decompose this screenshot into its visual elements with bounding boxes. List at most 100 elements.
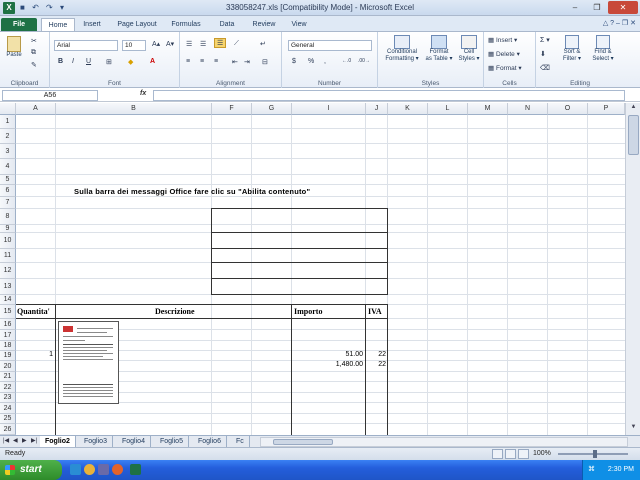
paste-button[interactable]: Paste	[4, 36, 24, 58]
tab-home[interactable]: Home	[41, 18, 75, 31]
align-middle-icon[interactable]: ☰	[200, 40, 206, 48]
number-format-box[interactable]: General	[288, 40, 372, 51]
column-header-j[interactable]: J	[366, 103, 388, 115]
row-header-6[interactable]: 6	[0, 185, 16, 197]
insert-function-icon[interactable]: fx	[140, 90, 146, 97]
delete-cells-button[interactable]: ▦ Delete ▾	[488, 50, 520, 58]
name-box[interactable]: A56	[2, 90, 98, 101]
column-header-l[interactable]: L	[428, 103, 468, 115]
next-sheet-icon[interactable]: ▶	[22, 437, 27, 444]
cell-i20-amount[interactable]: 1,480.00	[292, 361, 363, 368]
row-header-18[interactable]: 18	[0, 341, 16, 351]
row-header-4[interactable]: 4	[0, 159, 16, 175]
sheet-tab-foglio3[interactable]: Foglio3	[79, 436, 113, 447]
font-color-icon[interactable]: A	[150, 58, 155, 65]
row-header-15[interactable]: 15	[0, 305, 16, 319]
tab-view[interactable]: View	[286, 18, 312, 31]
row-header-13[interactable]: 13	[0, 279, 16, 295]
tab-formulas[interactable]: Formulas	[168, 18, 204, 31]
tab-page-layout[interactable]: Page Layout	[112, 18, 162, 31]
column-header-a[interactable]: A	[16, 103, 56, 115]
cut-icon[interactable]: ✂	[31, 37, 37, 45]
align-center-icon[interactable]: ≡	[200, 58, 204, 65]
window-restore-icon[interactable]: ❐	[622, 20, 628, 27]
ie-icon[interactable]	[70, 464, 81, 475]
row-header-3[interactable]: 3	[0, 144, 16, 159]
column-header-m[interactable]: M	[468, 103, 508, 115]
row-header-14[interactable]: 14	[0, 295, 16, 305]
fill-icon[interactable]: ⬇	[540, 50, 546, 58]
row-header-19[interactable]: 19	[0, 351, 16, 361]
decrease-indent-icon[interactable]: ⇤	[232, 58, 238, 66]
row-header-11[interactable]: 11	[0, 249, 16, 263]
percent-button[interactable]: %	[308, 58, 314, 65]
insert-cells-button[interactable]: ▦ Insert ▾	[488, 36, 517, 44]
window-close-icon[interactable]: ✕	[630, 20, 636, 27]
minimize-button[interactable]: –	[564, 1, 586, 14]
sheet-tab-foglio5[interactable]: Foglio5	[155, 436, 189, 447]
increase-indent-icon[interactable]: ⇥	[244, 58, 250, 66]
tab-data[interactable]: Data	[214, 18, 240, 31]
row-header-25[interactable]: 25	[0, 414, 16, 424]
column-header-i[interactable]: I	[292, 103, 366, 115]
sheet-tab-foglio4[interactable]: Foglio4	[117, 436, 151, 447]
underline-button[interactable]: U	[86, 58, 91, 65]
align-right-icon[interactable]: ≡	[214, 58, 218, 65]
row-header-21[interactable]: 21	[0, 372, 16, 382]
row-header-2[interactable]: 2	[0, 129, 16, 144]
sheet-tab-foglio2[interactable]: Foglio2	[40, 436, 76, 447]
row-header-10[interactable]: 10	[0, 233, 16, 249]
column-header-p[interactable]: P	[588, 103, 625, 115]
grow-font-icon[interactable]: A▴	[152, 40, 160, 48]
font-name-box[interactable]: Arial	[54, 40, 118, 51]
row-header-7[interactable]: 7	[0, 197, 16, 209]
cell-styles-button[interactable]: Cell Styles ▾	[456, 35, 482, 62]
prev-sheet-icon[interactable]: ◀	[13, 437, 18, 444]
bold-button[interactable]: B	[58, 58, 63, 65]
row-header-20[interactable]: 20	[0, 361, 16, 372]
column-header-b[interactable]: B	[56, 103, 212, 115]
row-header-1[interactable]: 1	[0, 115, 16, 129]
align-top-icon[interactable]: ☰	[186, 40, 192, 48]
wrap-text-icon[interactable]: ↵	[260, 40, 266, 48]
sort-filter-button[interactable]: Sort & Filter ▾	[558, 35, 586, 62]
row-header-9[interactable]: 9	[0, 225, 16, 233]
column-header-n[interactable]: N	[508, 103, 548, 115]
decrease-decimal-icon[interactable]: .00→	[358, 58, 370, 64]
scroll-down-icon[interactable]: ▼	[628, 424, 639, 434]
row-header-12[interactable]: 12	[0, 263, 16, 279]
page-break-view-icon[interactable]	[518, 449, 529, 459]
row-header-5[interactable]: 5	[0, 175, 16, 185]
row-header-23[interactable]: 23	[0, 393, 16, 403]
vertical-scroll-thumb[interactable]	[628, 115, 639, 155]
align-left-icon[interactable]: ≡	[186, 58, 190, 65]
currency-button[interactable]: $	[292, 58, 296, 65]
row-header-17[interactable]: 17	[0, 330, 16, 341]
network-icon[interactable]: ⌘	[588, 465, 595, 473]
cell-a19-quantity[interactable]: 1	[16, 351, 53, 358]
horizontal-scrollbar[interactable]	[260, 437, 628, 447]
autosum-button[interactable]: Σ ▾	[540, 36, 550, 44]
start-button[interactable]: start	[0, 460, 62, 480]
format-painter-icon[interactable]: ✎	[31, 61, 37, 69]
fill-color-icon[interactable]: ◆	[128, 58, 133, 66]
column-header-k[interactable]: K	[388, 103, 428, 115]
conditional-formatting-button[interactable]: Conditional Formatting ▾	[380, 35, 424, 62]
normal-view-icon[interactable]	[492, 449, 503, 459]
select-all-corner[interactable]	[0, 103, 16, 115]
tab-insert[interactable]: Insert	[78, 18, 106, 31]
row-header-8[interactable]: 8	[0, 209, 16, 225]
cell-j20-vat[interactable]: 22	[366, 361, 386, 368]
align-bottom-icon[interactable]: ☰	[214, 38, 227, 48]
page-layout-view-icon[interactable]	[505, 449, 516, 459]
comma-button[interactable]: ,	[324, 58, 326, 65]
close-button[interactable]: ✕	[608, 1, 638, 14]
horizontal-scroll-thumb[interactable]	[273, 439, 333, 445]
zoom-slider-knob[interactable]	[593, 450, 597, 458]
font-size-box[interactable]: 10	[122, 40, 146, 51]
orientation-icon[interactable]: ⟋	[234, 40, 239, 48]
row-header-16[interactable]: 16	[0, 319, 16, 330]
minimize-ribbon-icon[interactable]: △	[603, 20, 608, 27]
window-minimize-icon[interactable]: –	[616, 20, 620, 27]
cell-i19-amount[interactable]: 51.00	[292, 351, 363, 358]
